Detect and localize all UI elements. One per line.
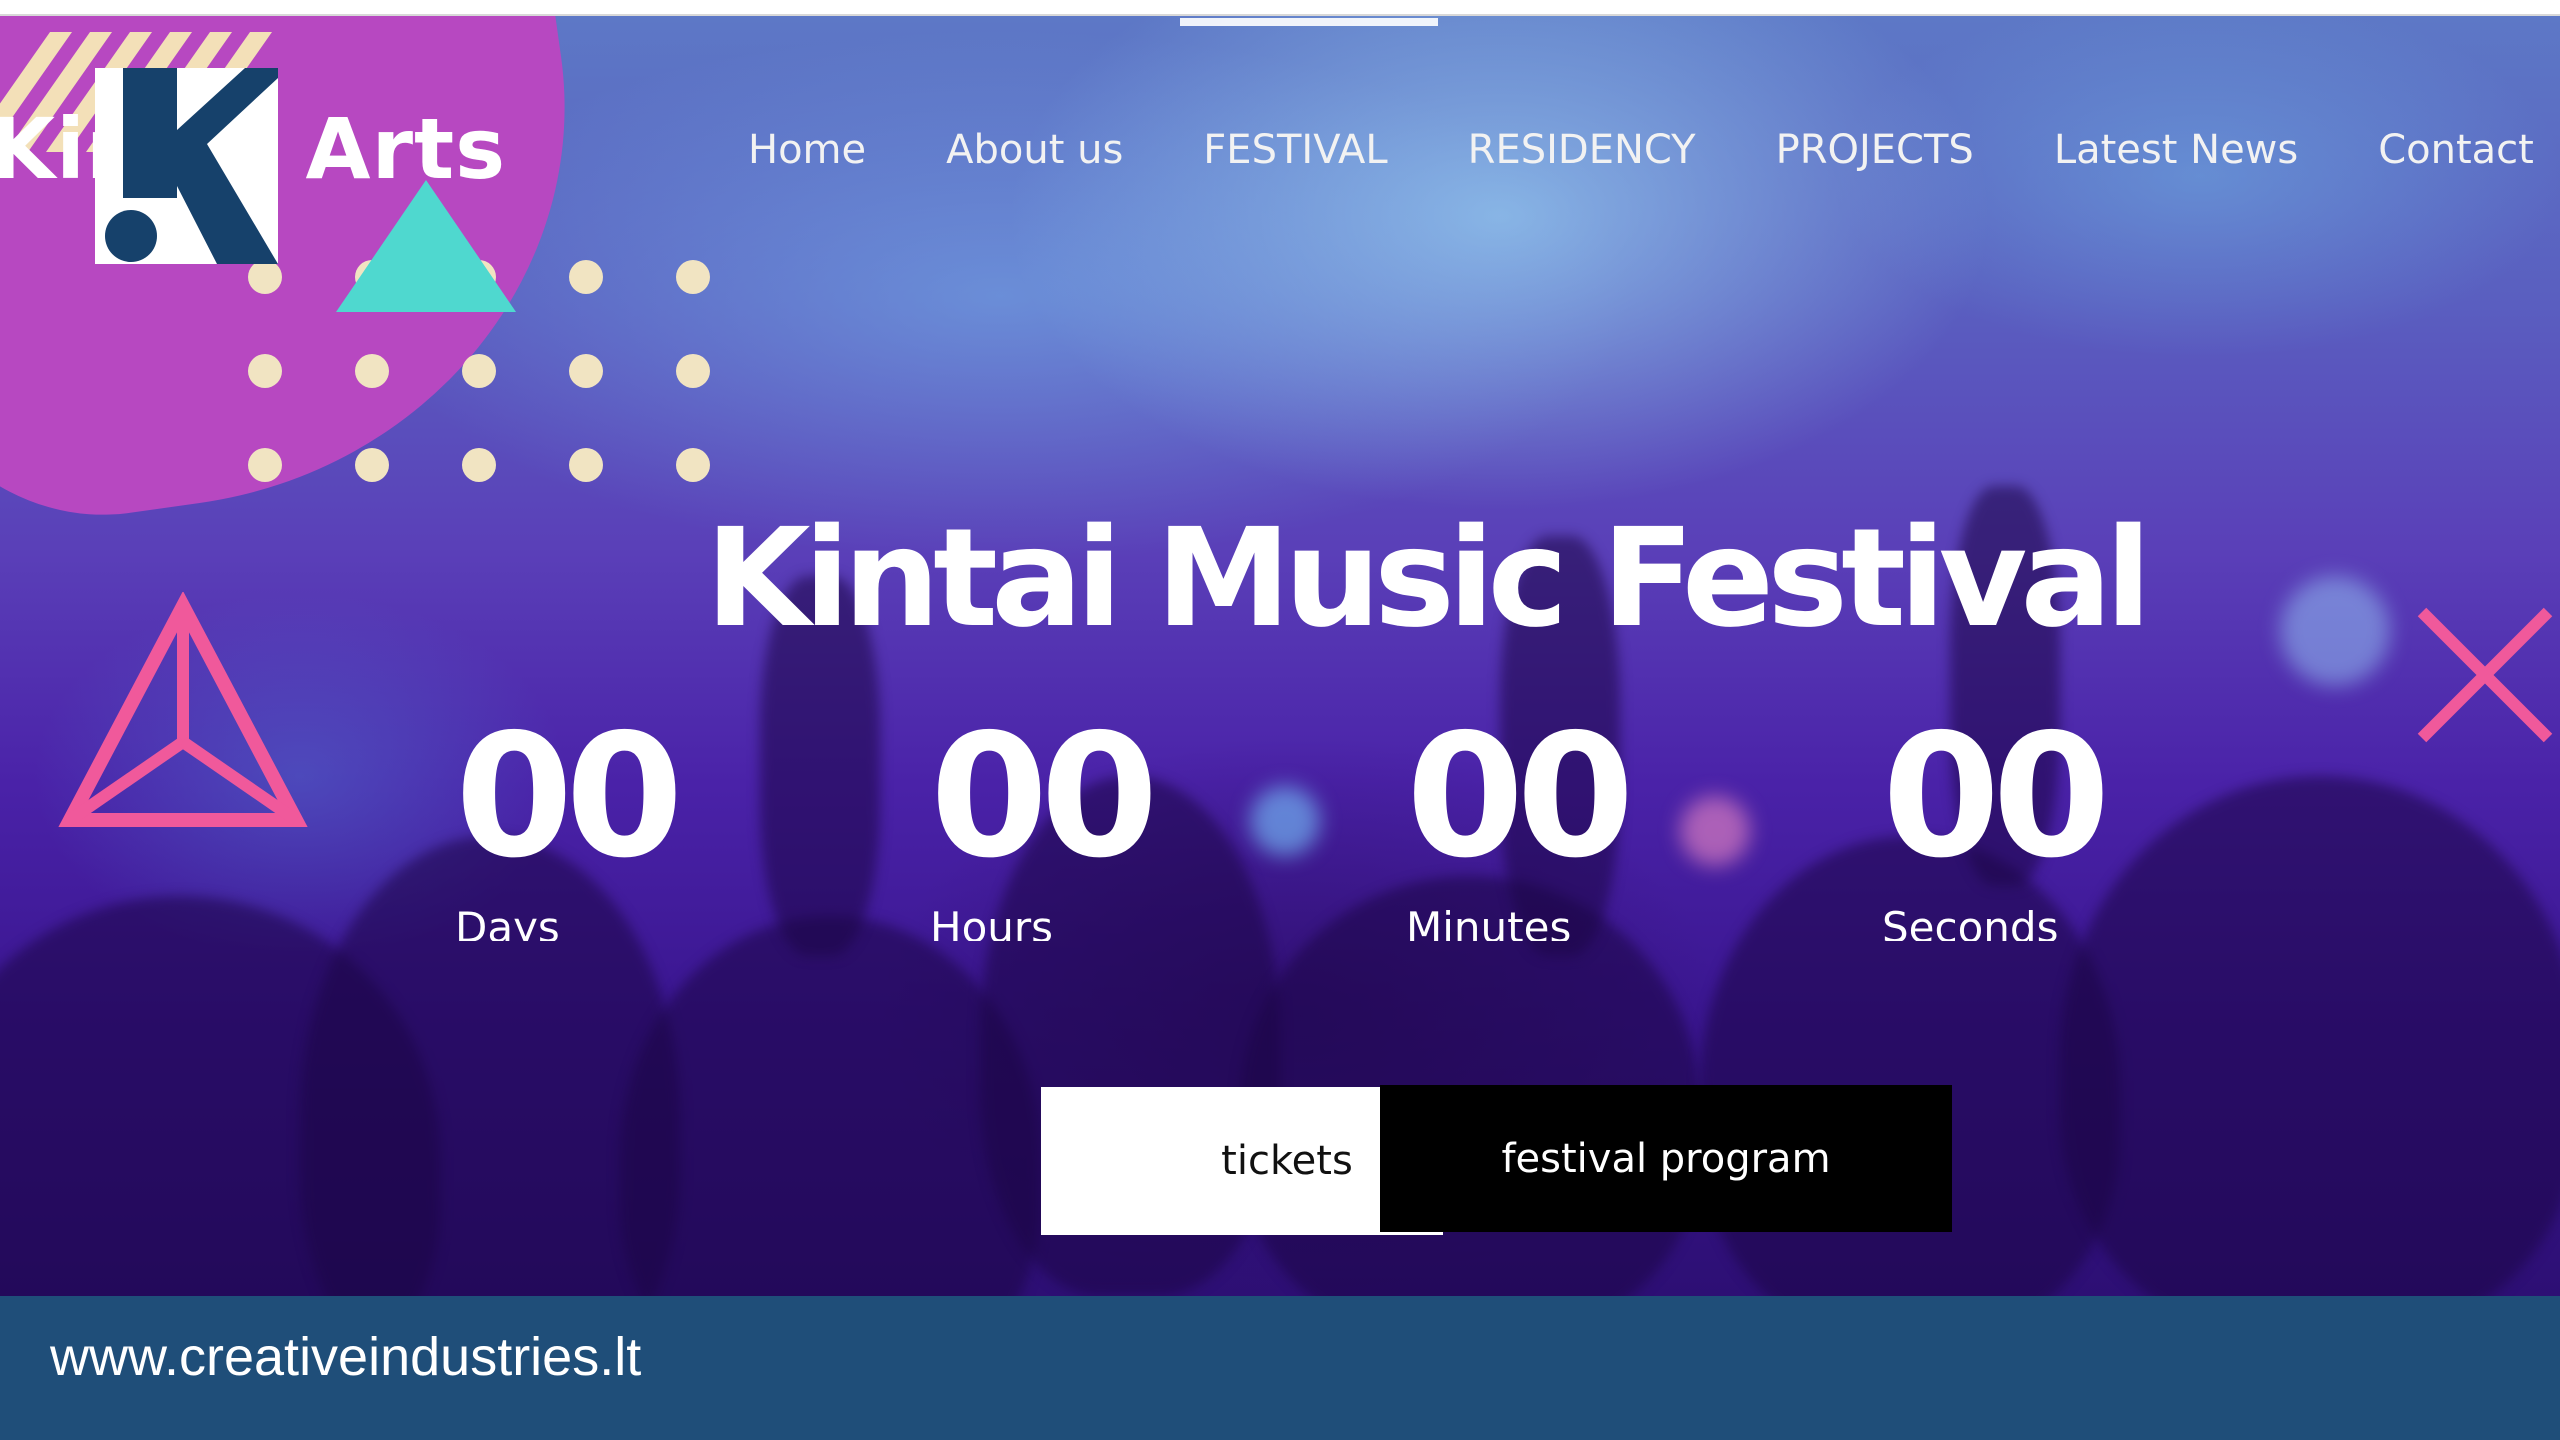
nav-item-contact[interactable]: Contact (2378, 127, 2534, 173)
countdown-hours-value: 00 (930, 698, 1159, 896)
slider-indicator (1180, 18, 1438, 26)
countdown-minutes-value: 00 (1406, 698, 1635, 896)
nav-item-latest-news[interactable]: Latest News (2054, 127, 2298, 173)
teal-triangle-decor-icon (336, 180, 516, 312)
footer-bar: www.creativeindustries.lt (0, 1296, 2560, 1440)
festival-program-button[interactable]: festival program (1380, 1085, 1952, 1232)
hero-title: Kintai Music Festival (705, 500, 2152, 658)
countdown-days-value: 00 (455, 698, 684, 896)
countdown-seconds-label: Seconds (1882, 905, 2059, 941)
countdown-hours-label: Hours (930, 905, 1054, 941)
countdown-minutes-label: Minutes (1406, 905, 1572, 941)
main-nav: Home About us FESTIVAL RESIDENCY PROJECT… (748, 120, 2560, 180)
nav-item-home[interactable]: Home (748, 127, 866, 173)
k-logo-icon (105, 68, 278, 264)
logo[interactable] (95, 68, 278, 264)
nav-item-residency[interactable]: RESIDENCY (1468, 127, 1696, 173)
nav-item-festival[interactable]: FESTIVAL (1203, 127, 1387, 173)
countdown-days-label: Days (455, 905, 560, 941)
footer-url[interactable]: www.creativeindustries.lt (50, 1326, 641, 1388)
nav-item-projects[interactable]: PROJECTS (1776, 127, 1974, 173)
nav-item-about-us[interactable]: About us (946, 127, 1123, 173)
slide: Kintai Arts Home About us FESTIVAL RESID… (0, 0, 2560, 1440)
countdown-seconds-value: 00 (1882, 698, 2111, 896)
browser-top-edge (0, 0, 2560, 16)
